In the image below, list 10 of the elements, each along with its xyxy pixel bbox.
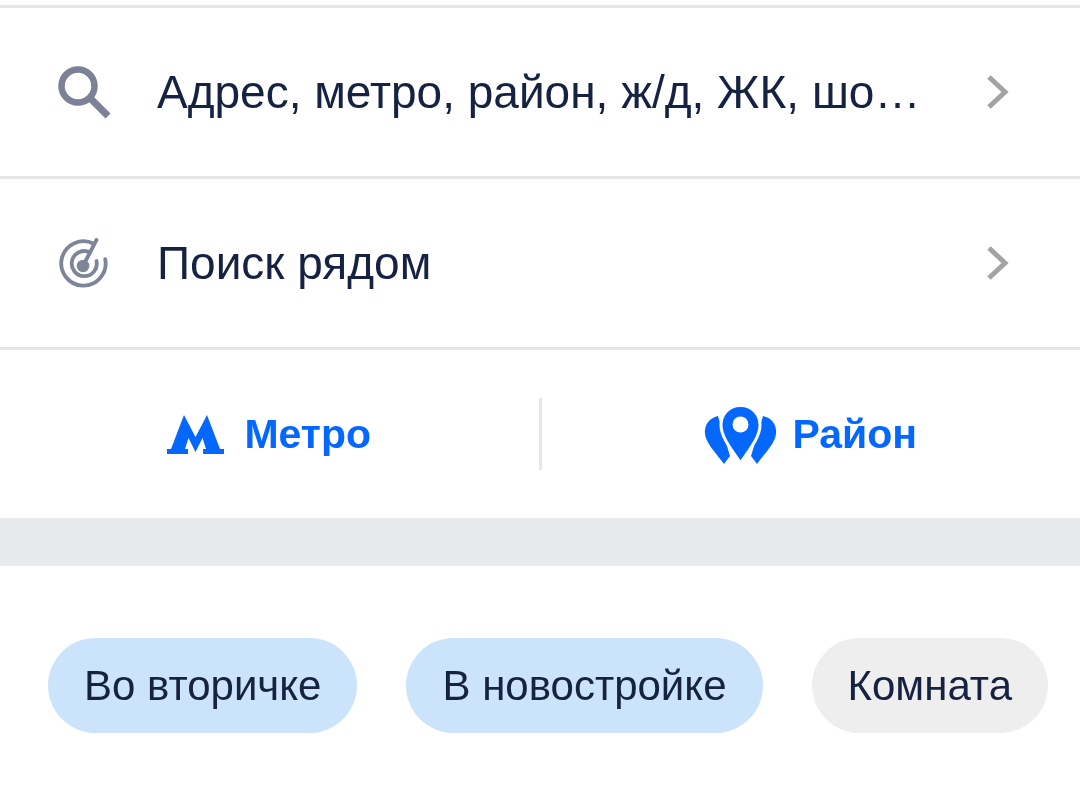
- chevron-right-icon: [986, 74, 1010, 110]
- filter-chip[interactable]: Комната: [811, 638, 1048, 733]
- filter-chip[interactable]: В новостройке: [406, 638, 763, 733]
- district-link[interactable]: Район: [704, 403, 918, 465]
- metro-logo-icon: [167, 414, 225, 454]
- search-icon: [57, 65, 111, 119]
- chevron-right-icon: [986, 245, 1010, 281]
- metro-link[interactable]: Метро: [167, 410, 372, 458]
- radar-icon: [57, 236, 111, 290]
- filter-chip[interactable]: Во вторичке: [48, 638, 358, 733]
